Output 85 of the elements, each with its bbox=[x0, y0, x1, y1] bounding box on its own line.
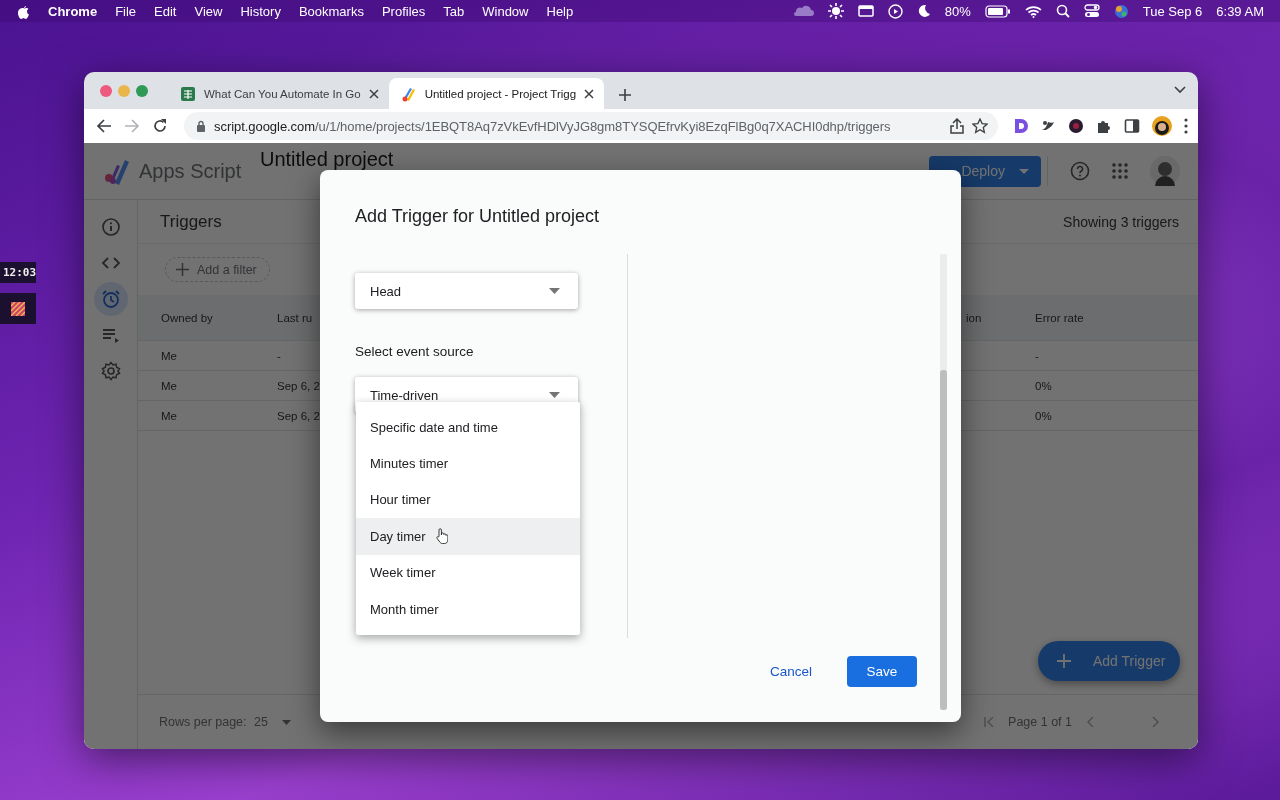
apps-grid-icon[interactable] bbox=[1112, 163, 1128, 179]
save-button[interactable]: Save bbox=[847, 656, 917, 687]
page-title: Triggers bbox=[160, 211, 222, 232]
close-window-button[interactable] bbox=[100, 84, 112, 97]
moon-icon[interactable] bbox=[916, 4, 931, 18]
help-icon[interactable] bbox=[1070, 161, 1090, 181]
back-icon[interactable] bbox=[96, 118, 112, 134]
avatar-icon[interactable] bbox=[1152, 116, 1172, 136]
wifi-icon[interactable] bbox=[1024, 4, 1042, 18]
battery-icon[interactable] bbox=[984, 4, 1011, 18]
dropdown-caret-icon bbox=[549, 392, 560, 398]
menu-item[interactable]: History bbox=[240, 3, 281, 19]
apple-icon[interactable] bbox=[16, 3, 30, 19]
cancel-button[interactable]: Cancel bbox=[753, 656, 828, 687]
trigger-count: Showing 3 triggers bbox=[1063, 213, 1179, 230]
alarm-clock-icon bbox=[100, 289, 121, 309]
deployment-select[interactable]: Head bbox=[355, 273, 578, 309]
toggles-icon[interactable] bbox=[1083, 4, 1100, 18]
menu-item[interactable]: Tab bbox=[443, 3, 465, 19]
project-title[interactable]: Untitled project bbox=[260, 148, 929, 171]
table-cell: 0% bbox=[1035, 409, 1052, 422]
lock-icon bbox=[196, 119, 206, 133]
plus-icon bbox=[1057, 654, 1071, 668]
menu-item[interactable]: Window bbox=[482, 3, 529, 19]
menu-option[interactable]: Day timer bbox=[356, 518, 580, 555]
reload-icon[interactable] bbox=[152, 118, 168, 134]
field-label: Select event source bbox=[355, 344, 475, 359]
app-menu[interactable]: Chrome bbox=[48, 3, 98, 19]
table-cell: Me bbox=[161, 349, 177, 362]
close-icon[interactable] bbox=[584, 88, 595, 99]
settings-icon bbox=[100, 361, 121, 381]
pencils-icon bbox=[400, 85, 417, 102]
cloud-icon[interactable] bbox=[791, 5, 814, 17]
rows-per-page-label: Rows per page: bbox=[159, 715, 248, 729]
table-cell: - bbox=[277, 349, 281, 362]
info-icon bbox=[100, 217, 121, 237]
menu-item[interactable]: Profiles bbox=[381, 3, 426, 19]
menu-item[interactable]: Edit bbox=[154, 3, 177, 19]
menu-bar-time[interactable]: 6:39 AM bbox=[1216, 3, 1264, 19]
plus-icon bbox=[176, 263, 189, 276]
search-icon[interactable] bbox=[1055, 4, 1070, 18]
orb-icon[interactable] bbox=[1113, 3, 1129, 19]
menu-bar-date[interactable]: Tue Sep 6 bbox=[1142, 3, 1203, 19]
sheet-icon bbox=[180, 85, 196, 102]
nav-item[interactable] bbox=[93, 282, 128, 316]
close-icon[interactable] bbox=[368, 88, 379, 99]
menu-item[interactable]: Help bbox=[546, 3, 574, 19]
clock-widget: 12:03 bbox=[0, 262, 36, 283]
sun-icon[interactable] bbox=[827, 3, 844, 19]
plus-icon[interactable] bbox=[618, 88, 633, 102]
star-icon[interactable] bbox=[972, 118, 988, 134]
dark-circle-icon[interactable] bbox=[1068, 118, 1084, 134]
scrollbar[interactable] bbox=[940, 254, 947, 710]
pattern-icon bbox=[11, 301, 25, 316]
menu-item[interactable]: File bbox=[115, 3, 137, 19]
card-icon[interactable] bbox=[857, 5, 874, 17]
letter-d-icon[interactable] bbox=[1014, 118, 1028, 134]
page-indicator: Page 1 of 1 bbox=[1008, 715, 1072, 729]
browser-tab[interactable]: What Can You Automate In Go bbox=[168, 78, 389, 109]
menu-option[interactable]: Month timer bbox=[356, 590, 580, 628]
product-name: Apps Script bbox=[139, 159, 243, 183]
caret-icon bbox=[1019, 168, 1029, 174]
menu-option[interactable]: Hour timer bbox=[356, 481, 580, 519]
menu-option[interactable]: Week timer bbox=[356, 554, 580, 591]
table-cell: Sep 6, 2 bbox=[277, 409, 320, 422]
battery-percent: 80% bbox=[944, 3, 971, 19]
zoom-window-button[interactable] bbox=[136, 84, 148, 97]
caret-icon bbox=[281, 719, 291, 725]
table-cell: 0% bbox=[1035, 379, 1052, 392]
share-icon[interactable] bbox=[950, 118, 964, 134]
table-cell: Me bbox=[161, 379, 177, 392]
table-cell: Me bbox=[161, 409, 177, 422]
hand-cursor-icon bbox=[435, 528, 448, 545]
table-cell: Sep 6, 2 bbox=[277, 379, 320, 392]
menu-option[interactable]: Minutes timer bbox=[356, 445, 580, 482]
table-cell: - bbox=[1035, 349, 1039, 362]
menu-item[interactable]: View bbox=[194, 3, 223, 19]
more-vert-icon[interactable] bbox=[1184, 118, 1188, 134]
dialog-title: Add Trigger for Untitled project bbox=[354, 205, 601, 228]
menu-item[interactable]: Bookmarks bbox=[298, 3, 364, 19]
chevron-down-icon[interactable] bbox=[1174, 86, 1186, 94]
browser-tab[interactable]: Untitled project - Project Trigg bbox=[388, 78, 605, 109]
puzzle-icon[interactable] bbox=[1096, 118, 1112, 134]
side-panel-icon[interactable] bbox=[1124, 118, 1140, 134]
play-icon[interactable] bbox=[887, 3, 903, 19]
